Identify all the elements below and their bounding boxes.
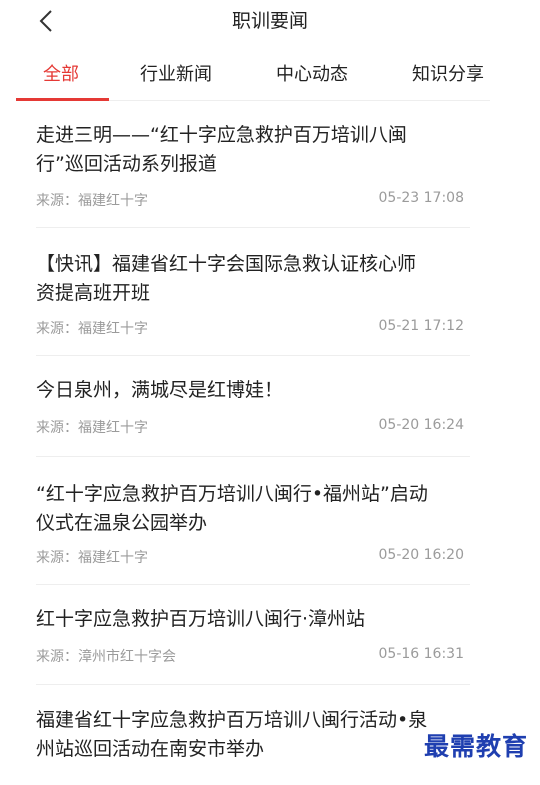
news-title: 州站巡回活动在南安市举办 [36,738,265,760]
news-title: 走进三明——“红十字应急救护百万培训八闽 [36,124,407,146]
news-item[interactable]: 红十字应急救护百万培训八闽行·漳州站 来源：漳州市红十字会 05-16 16:3… [36,585,470,685]
news-title: 仪式在温泉公园举办 [36,512,208,534]
tab-center-news[interactable]: 中心动态 [276,58,348,92]
tab-industry-news[interactable]: 行业新闻 [140,58,212,92]
watermark-logo: 最需教育 [419,727,532,763]
news-source: 来源：福建红十字 [36,321,148,337]
page-title: 职训要闻 [231,10,308,32]
news-item[interactable]: 福建省红十字应急救护百万培训八闽行活动•泉 州站巡回活动在南安市举办 [36,685,470,785]
news-time: 05-20 16:24 [378,417,464,433]
tab-knowledge-share[interactable]: 知识分享 [412,58,484,92]
news-source: 来源：福建红十字 [36,193,148,209]
top-bar: 职训要闻 [0,0,540,44]
news-source: 来源：福建红十字 [36,420,148,436]
news-time: 05-20 16:20 [378,547,464,563]
news-meta: 来源：福建红十字 05-20 16:20 [36,547,470,567]
news-meta: 来源：漳州市红十字会 05-16 16:31 [36,646,470,666]
news-list: 走进三明——“红十字应急救护百万培训八闽 行”巡回活动系列报道 来源：福建红十字… [0,101,540,785]
news-title: 今日泉州，满城尽是红博娃！ [36,379,284,401]
news-item[interactable]: 走进三明——“红十字应急救护百万培训八闽 行”巡回活动系列报道 来源：福建红十字… [36,101,470,228]
news-time: 05-21 17:12 [378,318,464,334]
news-item[interactable]: “红十字应急救护百万培训八闽行•福州站”启动 仪式在温泉公园举办 来源：福建红十… [36,457,470,585]
news-source: 来源：福建红十字 [36,550,148,566]
news-meta: 来源：福建红十字 05-21 17:12 [36,318,470,338]
news-title: 【快讯】福建省红十字会国际急救认证核心师 [36,253,417,275]
news-item[interactable]: 今日泉州，满城尽是红博娃！ 来源：福建红十字 05-20 16:24 [36,356,470,457]
news-title: 行”巡回活动系列报道 [36,153,217,175]
news-title: 福建省红十字应急救护百万培训八闽行活动•泉 [36,709,428,731]
news-title: 资提高班开班 [36,282,151,304]
news-item[interactable]: 【快讯】福建省红十字会国际急救认证核心师 资提高班开班 来源：福建红十字 05-… [36,228,470,356]
news-source: 来源：漳州市红十字会 [36,649,176,665]
news-meta: 来源：福建红十字 05-23 17:08 [36,190,470,210]
news-time: 05-23 17:08 [378,190,464,206]
news-title: “红十字应急救护百万培训八闽行•福州站”启动 [36,483,428,505]
news-meta: 来源：福建红十字 05-20 16:24 [36,417,470,437]
tab-all[interactable]: 全部 [43,58,79,92]
category-tabs: 全部 行业新闻 中心动态 知识分享 [16,58,490,101]
news-title: 红十字应急救护百万培训八闽行·漳州站 [36,608,366,630]
news-time: 05-16 16:31 [378,646,464,662]
